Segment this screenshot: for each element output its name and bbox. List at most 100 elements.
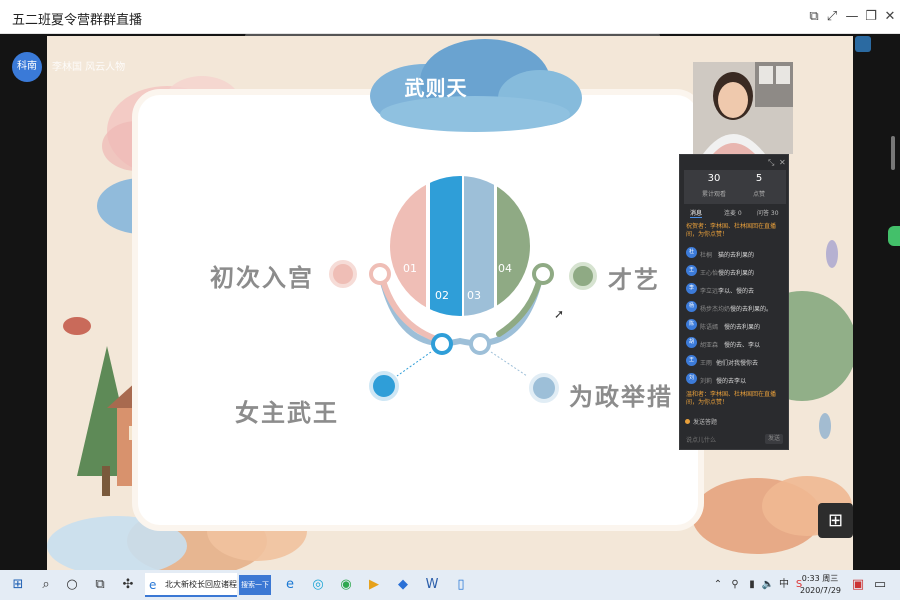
message-text: 慢的去、李以 bbox=[724, 342, 761, 349]
tray-battery-icon[interactable]: ▮ bbox=[744, 577, 760, 593]
likes-label: 点赞 bbox=[752, 191, 765, 198]
side-scroll-handle[interactable] bbox=[891, 136, 895, 170]
chat-message: 胡 胡亚森 慢的去、李以 bbox=[686, 337, 786, 351]
message-text: 他们对我慢你去 bbox=[716, 360, 759, 367]
system-message-bottom: 温和者：李林国、杜林国回在直播间，为你点赞！ bbox=[686, 391, 777, 406]
pinwheel-app-icon[interactable]: ✣ bbox=[120, 577, 136, 593]
avatar: 陈 bbox=[686, 319, 697, 330]
chat-message: 王 王心怡 慢的去利果的 bbox=[686, 265, 786, 279]
segment-label-03: 03 bbox=[467, 289, 481, 302]
panel-close-icon[interactable]: ✕ bbox=[779, 158, 786, 167]
minimize-icon[interactable]: — bbox=[843, 8, 861, 26]
message-text: 慢的去利果的 bbox=[724, 324, 761, 331]
input-method-icon[interactable]: 中 bbox=[776, 577, 792, 593]
chat-tabs: 消息 连麦 0 问答 30 bbox=[680, 207, 790, 221]
sender-name: 刘莉 bbox=[700, 378, 713, 385]
corner-app-icon[interactable] bbox=[855, 36, 871, 52]
volume-icon[interactable]: 🔈 bbox=[760, 577, 776, 593]
send-button[interactable]: 发送 bbox=[765, 434, 783, 444]
ie-browser-icon: e bbox=[149, 578, 157, 592]
avatar: 刘 bbox=[686, 373, 697, 384]
camera-person-image bbox=[693, 62, 793, 154]
chat-input[interactable]: 说点儿什么 bbox=[686, 435, 716, 444]
sender-name: 杜桐 bbox=[700, 252, 713, 259]
title-bar: 五二班夏令营群群直播 ⧉ ⤢ — ❐ ✕ bbox=[0, 0, 900, 34]
label-top-right: 才艺 bbox=[608, 266, 660, 294]
cortana-icon[interactable]: ○ bbox=[64, 577, 80, 593]
windows-start-icon[interactable]: ⊞ bbox=[10, 577, 26, 593]
taskbar: ⊞ ⌕ ○ ⧉ ✣ e 北大新校长回应诸程 搜索一下 e ◎ ◉ ▶ ◆ W ▯… bbox=[0, 570, 900, 600]
segment-03 bbox=[464, 176, 494, 316]
browser-task-button[interactable]: e 北大新校长回应诸程 bbox=[145, 573, 237, 597]
sender-name: 胡亚森 bbox=[700, 342, 719, 349]
notification-badge-icon[interactable]: ▣ bbox=[850, 577, 866, 593]
clock[interactable]: 0:33 周三 2020/7/29 bbox=[800, 573, 842, 597]
browser-360-icon[interactable]: ◎ bbox=[310, 577, 326, 593]
search-button[interactable]: 搜索一下 bbox=[239, 575, 271, 595]
avatar: 胡 bbox=[686, 337, 697, 348]
tab-mic[interactable]: 连麦 0 bbox=[724, 208, 742, 217]
message-text: 猫的去利果的 bbox=[718, 252, 755, 259]
app-window: 五二班夏令营群群直播 ⧉ ⤢ — ❐ ✕ 武则天 01 02 03 04 初次入… bbox=[0, 0, 900, 600]
close-icon[interactable]: ✕ bbox=[881, 8, 899, 26]
sender-name: 李立远 bbox=[700, 288, 719, 295]
live-app-icon[interactable]: ◆ bbox=[395, 577, 411, 593]
stats-box: 30 累计观看 5 点赞 bbox=[684, 170, 786, 204]
action-center-icon[interactable]: ▭ bbox=[872, 577, 888, 593]
chat-message: 杜 杜桐 猫的去利果的 bbox=[686, 247, 786, 261]
restore-window-icon[interactable]: ⧉ bbox=[805, 8, 823, 26]
add-page-button[interactable]: ⊞ bbox=[818, 503, 853, 538]
views-label: 累计观看 bbox=[701, 191, 726, 198]
collapse-icon[interactable]: ⤡ bbox=[768, 158, 774, 168]
avatar: 杨 bbox=[686, 301, 697, 312]
chat-message: 刘 刘莉 慢的去李以 bbox=[686, 373, 786, 387]
media-player-icon[interactable]: ▶ bbox=[366, 577, 382, 593]
task-view-icon[interactable]: ⧉ bbox=[92, 577, 108, 593]
word-icon[interactable]: W bbox=[424, 577, 440, 593]
label-bottom-left: 女主武王 bbox=[235, 399, 339, 427]
system-message-top: 祝贺者：李林国、杜林国回在直播间，为你点赞！ bbox=[686, 223, 777, 238]
segment-02 bbox=[430, 176, 462, 316]
browser-task-label: 北大新校长回应诸程 bbox=[165, 580, 237, 589]
sender-name: 王雨 bbox=[700, 360, 713, 367]
message-text: 慢的去李以 bbox=[716, 378, 747, 385]
segment-label-04: 04 bbox=[498, 262, 512, 275]
segment-label-02: 02 bbox=[435, 289, 449, 302]
message-text: 慢的去利果的 bbox=[718, 270, 755, 277]
tablet-app-icon[interactable]: ▯ bbox=[453, 577, 469, 593]
views-count: 30 bbox=[707, 173, 721, 184]
segment-04 bbox=[497, 176, 530, 316]
edge-browser-icon[interactable]: e bbox=[282, 577, 298, 593]
avatar: 王 bbox=[686, 265, 697, 276]
fullscreen-icon[interactable]: ⤢ bbox=[823, 8, 841, 26]
message-text: 李以、慢的去 bbox=[718, 288, 755, 295]
segment-label-01: 01 bbox=[403, 262, 417, 275]
clock-date: 2020/7/29 bbox=[800, 586, 842, 595]
answer-hint[interactable]: 发送答题 bbox=[693, 417, 717, 426]
message-text: 慢的去利果的。 bbox=[730, 306, 773, 313]
avatar: 杜 bbox=[686, 247, 697, 258]
maximize-icon[interactable]: ❐ bbox=[862, 8, 880, 26]
side-plus-icon[interactable] bbox=[888, 226, 900, 246]
chat-panel: ⤡ ✕ 30 累计观看 5 点赞 消息 连麦 0 问答 30 祝贺者：李林国、杜… bbox=[679, 154, 789, 450]
avatar: 李 bbox=[686, 283, 697, 294]
tray-network-icon[interactable]: ⚲ bbox=[727, 577, 743, 593]
chat-message: 王 王雨 他们对我慢你去 bbox=[686, 355, 786, 369]
green-browser-icon[interactable]: ◉ bbox=[338, 577, 354, 593]
sender-name: 陈语嫣 bbox=[700, 324, 719, 331]
likes-count: 5 bbox=[755, 173, 763, 184]
camera-preview[interactable] bbox=[693, 62, 793, 154]
search-icon[interactable]: ⌕ bbox=[38, 577, 54, 593]
sender-name: 王心怡 bbox=[700, 270, 719, 277]
mouse-cursor-icon: ➚ bbox=[554, 307, 565, 321]
tab-messages[interactable]: 消息 bbox=[690, 208, 703, 218]
label-top-left: 初次入宫 bbox=[210, 264, 314, 292]
sender-name: 杨步杰均奶 bbox=[700, 306, 731, 313]
presenter-caption: 李林国 风云人物 bbox=[52, 62, 126, 73]
presenter-avatar[interactable]: 科南 bbox=[12, 52, 42, 82]
tray-up-icon[interactable]: ⌃ bbox=[710, 577, 726, 593]
avatar: 王 bbox=[686, 355, 697, 366]
tab-qa[interactable]: 问答 30 bbox=[757, 208, 779, 217]
chat-message: 李 李立远 李以、慢的去 bbox=[686, 283, 786, 297]
chat-message: 陈 陈语嫣 慢的去利果的 bbox=[686, 319, 786, 333]
